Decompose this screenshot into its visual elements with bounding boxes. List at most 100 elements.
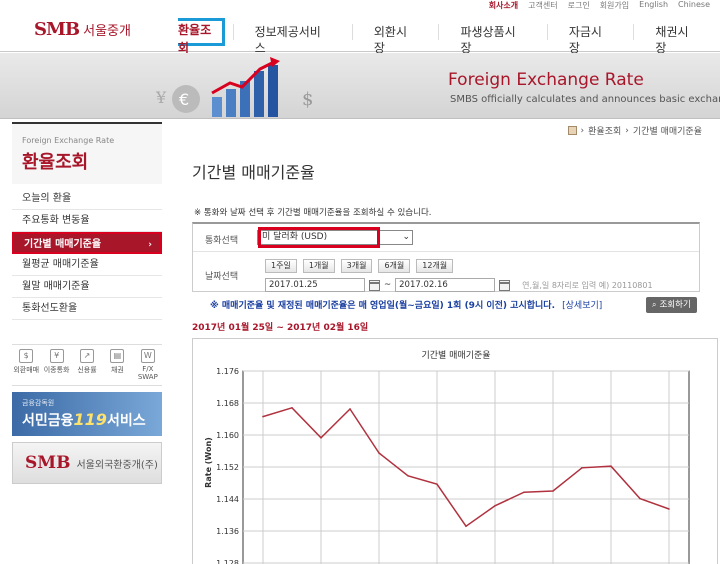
sidebar-ko-title: 환율조회 xyxy=(22,152,89,173)
y-tick-label: 1.160 xyxy=(216,431,239,440)
data-point xyxy=(610,465,612,467)
company-name: 서울외국환중개(주) xyxy=(76,459,158,471)
sidebar-item-today-rate[interactable]: 오늘의 환율 xyxy=(12,188,162,210)
home-icon[interactable] xyxy=(567,126,577,135)
sidebar-item-period-rate[interactable]: 기간별 매매기준율 › xyxy=(12,232,162,254)
start-date-input[interactable]: 2017.01.25 xyxy=(265,278,365,292)
quick-bond[interactable]: ▤ 채권 xyxy=(103,349,131,381)
calendar-icon[interactable] xyxy=(499,279,511,291)
svg-text:€: € xyxy=(179,90,189,109)
banner-graphic-icon: ¥ € $ xyxy=(155,57,313,117)
data-point xyxy=(349,408,351,410)
svg-text:¥: ¥ xyxy=(155,88,167,107)
date-hint: 연,월,일 8자리로 입력 예) 20110801 xyxy=(522,280,653,290)
data-point xyxy=(523,491,525,493)
util-join[interactable]: 회원가입 xyxy=(600,0,629,12)
currency-select[interactable]: 미 달러화 (USD) ⌄ xyxy=(257,230,413,245)
banner-org: 금융감독원 xyxy=(22,399,55,407)
sidebar-item-monthly-avg[interactable]: 월평균 매매기준율 xyxy=(12,254,162,276)
y-tick-label: 1.176 xyxy=(216,367,239,376)
data-point xyxy=(668,508,670,510)
data-point xyxy=(639,497,641,500)
currency-label: 통화선택 xyxy=(205,236,239,246)
query-button[interactable]: ⌕ 조회하기 xyxy=(646,297,697,313)
banner-title: Foreign Exchange Rate xyxy=(448,70,644,90)
period-3month-button[interactable]: 3개월 xyxy=(340,259,373,273)
period-label: 날짜선택 xyxy=(205,272,239,282)
quick-fx-trade[interactable]: $ 외환매매 xyxy=(12,349,40,381)
chart-title: 기간별 매매기준율 xyxy=(421,350,490,361)
util-english[interactable]: English xyxy=(639,0,668,12)
data-point xyxy=(581,467,583,469)
publication-notice: ※ 매매기준율 및 재정된 매매기준율은 매 영업일(월~금요일) 1회 (9시… xyxy=(210,301,603,311)
sidebar-item-forward-rate[interactable]: 통화선도환율 xyxy=(12,298,162,320)
utility-bar: 회사소개 고객센터 로그인 회원가입 English Chinese xyxy=(489,0,710,12)
page-banner: ¥ € $ Foreign Exchange Rate SMBS officia… xyxy=(0,53,720,119)
util-login[interactable]: 로그인 xyxy=(568,0,590,12)
exchange-icon: $ xyxy=(19,349,34,363)
y-tick-label: 1.152 xyxy=(216,463,239,472)
sidebar-item-label: 기간별 매매기준율 xyxy=(24,239,102,250)
bond-icon: ▤ xyxy=(110,349,125,363)
data-point xyxy=(436,483,438,485)
search-form: 통화선택 미 달러화 (USD) ⌄ 날짜선택 1주일 1개월 3개월 6개월 … xyxy=(192,222,700,292)
quick-links: $ 외환매매 ¥ 이종통화 ↗ 신용률 ▤ 채권 W F/X SWAP xyxy=(12,344,162,386)
nav-exchange-rate[interactable]: 환율조회 xyxy=(178,18,225,55)
nav-info-service[interactable]: 정보제공서비스 xyxy=(232,24,352,55)
chart-ylabel: Rate (Won) xyxy=(204,437,213,488)
chevron-right-icon: › xyxy=(148,240,152,250)
sidebar-item-month-end[interactable]: 월말 매매기준율 xyxy=(12,276,162,298)
microfinance-banner[interactable]: 금융감독원 서민금융119서비스 xyxy=(12,392,162,436)
y-tick-label: 1.136 xyxy=(216,527,239,536)
sidebar-item-major-change[interactable]: 주요통화 변동율 xyxy=(12,210,162,232)
period-1month-button[interactable]: 1개월 xyxy=(302,259,335,273)
nav-fx-market[interactable]: 외환시장 xyxy=(351,24,439,55)
logo-mark: SMB xyxy=(34,19,80,40)
page-title: 기간별 매매기준율 xyxy=(192,163,315,182)
company-banner[interactable]: SMB 서울외국환중개(주) xyxy=(12,442,162,484)
svg-text:$: $ xyxy=(302,89,313,110)
y-tick-label: 1.168 xyxy=(216,399,239,408)
sidebar-en-title: Foreign Exchange Rate xyxy=(22,136,115,145)
logo-text: 서울중개 xyxy=(83,24,131,39)
nav-bond-market[interactable]: 채권시장 xyxy=(633,24,720,55)
sidebar-header: Foreign Exchange Rate 환율조회 xyxy=(12,122,162,184)
calendar-icon[interactable] xyxy=(369,279,380,291)
data-point xyxy=(291,407,293,409)
header: SMB 서울중개 환율조회 정보제공서비스 외환시장 파생상품시장 자금시장 채… xyxy=(0,12,720,55)
sidebar: Foreign Exchange Rate 환율조회 오늘의 환율 주요통화 변… xyxy=(12,122,162,484)
util-support[interactable]: 고객센터 xyxy=(528,0,557,12)
cross-currency-icon: ¥ xyxy=(49,349,64,363)
breadcrumb-item[interactable]: 환율조회 xyxy=(588,124,621,137)
rate-chart-svg: 기간별 매매기준율 Rate (Won) 1.176 1.168 1.160 1.15… xyxy=(204,350,690,564)
rate-chart: 기간별 매매기준율 Rate (Won) 1.176 1.168 1.160 1.15… xyxy=(192,338,718,564)
util-company[interactable]: 회사소개 xyxy=(489,0,518,12)
data-point xyxy=(552,490,554,492)
chart-icon: ↗ xyxy=(80,349,95,363)
nav-derivatives[interactable]: 파생상품시장 xyxy=(438,24,546,55)
data-point xyxy=(262,415,264,418)
data-point xyxy=(320,437,322,439)
company-logo-mark: SMB xyxy=(25,453,71,473)
site-logo[interactable]: SMB 서울중개 xyxy=(34,19,131,40)
period-buttons: 1주일 1개월 3개월 6개월 12개월 xyxy=(265,259,454,273)
nav-money-market[interactable]: 자금시장 xyxy=(546,24,634,55)
period-1week-button[interactable]: 1주일 xyxy=(265,259,297,273)
quick-fx-swap[interactable]: W F/X SWAP xyxy=(134,349,162,381)
chevron-down-icon: ⌄ xyxy=(402,232,410,242)
data-point xyxy=(494,505,496,507)
y-tick-label: 1.128 xyxy=(216,559,239,564)
banner-subtitle: SMBS officially calculates and announces… xyxy=(450,94,720,105)
quick-credit[interactable]: ↗ 신용률 xyxy=(73,349,101,381)
breadcrumb-current: 기간별 매매기준율 xyxy=(632,127,702,137)
period-12month-button[interactable]: 12개월 xyxy=(416,259,454,273)
sidebar-menu: 오늘의 환율 주요통화 변동율 기간별 매매기준율 › 월평균 매매기준율 월말… xyxy=(12,188,162,320)
date-range: 2017.01.25 ~ 2017.02.16 연,월,일 8자리로 입력 예)… xyxy=(265,278,653,292)
end-date-input[interactable]: 2017.02.16 xyxy=(395,278,496,292)
detail-link[interactable]: [상세보기] xyxy=(562,301,602,311)
period-6month-button[interactable]: 6개월 xyxy=(378,259,411,273)
quick-cross-currency[interactable]: ¥ 이종통화 xyxy=(42,349,70,381)
search-icon: ⌕ xyxy=(652,300,657,309)
data-point xyxy=(465,525,467,527)
util-chinese[interactable]: Chinese xyxy=(678,0,710,12)
